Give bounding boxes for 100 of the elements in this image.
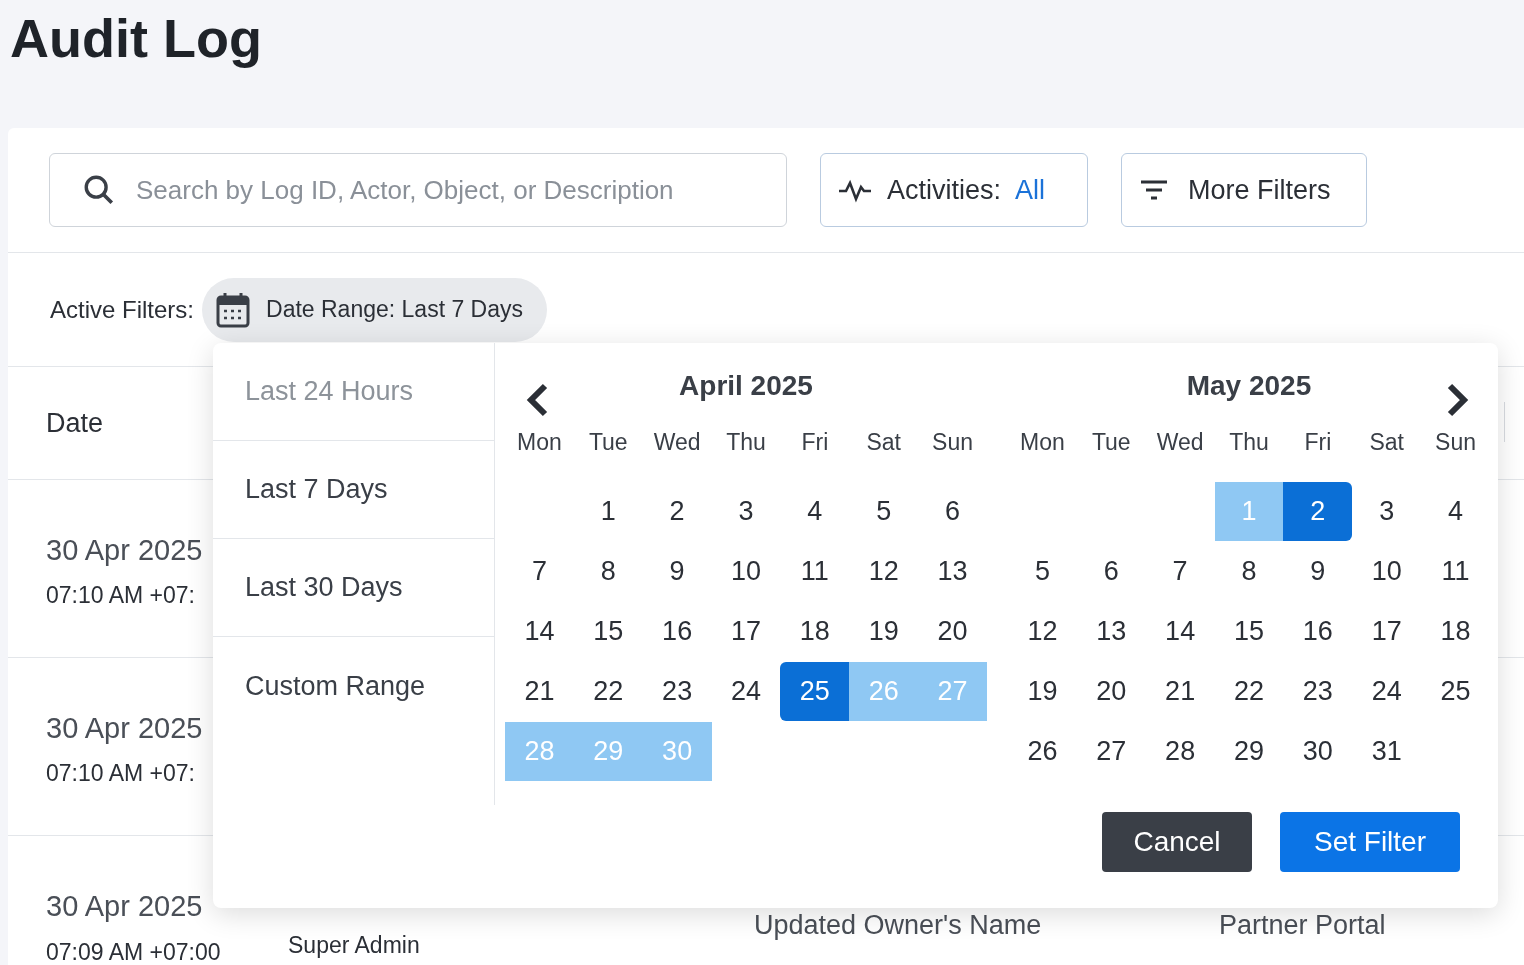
calendar-day[interactable]: 8 — [573, 542, 643, 601]
more-filters-button[interactable]: More Filters — [1121, 153, 1367, 227]
weekday-label: Tue — [1090, 428, 1132, 457]
calendar-icon — [216, 291, 251, 328]
weekday-label: Fri — [1303, 428, 1333, 457]
search-field[interactable]: Search by Log ID, Actor, Object, or Description — [49, 153, 787, 227]
calendar-day[interactable]: 11 — [780, 542, 850, 601]
weekday-label: Fri — [800, 428, 830, 457]
weekday-label: Thu — [725, 428, 767, 457]
calendar-day[interactable]: 31 — [1352, 722, 1422, 781]
chevron-right-icon[interactable] — [1446, 383, 1470, 417]
calendar-day[interactable]: 16 — [642, 602, 712, 661]
calendar-day[interactable]: 30 — [1283, 722, 1353, 781]
cancel-button[interactable]: Cancel — [1102, 812, 1252, 872]
calendar-day[interactable]: 7 — [505, 542, 574, 601]
chevron-left-icon[interactable] — [525, 383, 549, 417]
weekday-label: Sat — [865, 428, 902, 457]
search-icon — [82, 173, 116, 207]
calendar-day[interactable]: 18 — [780, 602, 850, 661]
calendar-day[interactable]: 9 — [1283, 542, 1353, 601]
set-filter-button[interactable]: Set Filter — [1280, 812, 1460, 872]
log-description: Updated Owner's Name — [754, 908, 1042, 942]
search-input[interactable]: Search by Log ID, Actor, Object, or Description — [136, 170, 786, 210]
weekday-label: Wed — [1155, 428, 1205, 457]
column-header: Date — [46, 406, 104, 440]
preset-option[interactable]: Last 30 Days — [213, 539, 494, 637]
weekday-label: Mon — [1019, 428, 1066, 457]
calendar-day[interactable]: 17 — [1352, 602, 1422, 661]
preset-option[interactable]: Custom Range — [213, 637, 494, 735]
calendar-day[interactable]: 24 — [711, 662, 781, 721]
calendar-day[interactable]: 20 — [1076, 662, 1146, 721]
calendar-day[interactable]: 8 — [1214, 542, 1284, 601]
calendar-day[interactable]: 2 — [642, 482, 712, 541]
log-date: 30 Apr 2025 — [46, 710, 203, 746]
calendar-day[interactable]: 17 — [711, 602, 781, 661]
calendar-day[interactable]: 13 — [1076, 602, 1146, 661]
calendar-day[interactable]: 28 — [1145, 722, 1215, 781]
calendar-day[interactable]: 23 — [642, 662, 712, 721]
weekday-label: Mon — [516, 428, 563, 457]
calendar-day[interactable]: 5 — [1008, 542, 1077, 601]
calendar-day[interactable]: 14 — [505, 602, 574, 661]
chip-label: Date Range: Last 7 Days — [266, 295, 523, 325]
calendar-day[interactable]: 16 — [1283, 602, 1353, 661]
calendar-day[interactable]: 20 — [918, 602, 987, 661]
log-date: 30 Apr 2025 — [46, 889, 203, 924]
calendar-day[interactable]: 9 — [642, 542, 712, 601]
calendar-day[interactable]: 4 — [1421, 482, 1490, 541]
filter-icon — [1140, 179, 1168, 201]
actor-role: Super Admin — [288, 930, 420, 960]
calendar-day[interactable]: 7 — [1145, 542, 1215, 601]
calendar-day[interactable]: 21 — [1145, 662, 1215, 721]
calendar-day[interactable]: 14 — [1145, 602, 1215, 661]
weekday-label: Thu — [1228, 428, 1270, 457]
weekday-label: Wed — [652, 428, 702, 457]
log-time: 07:09 AM +07:00 — [46, 937, 221, 965]
calendar-day[interactable]: 10 — [711, 542, 781, 601]
calendar-day[interactable]: 24 — [1352, 662, 1422, 721]
calendar-day[interactable]: 18 — [1421, 602, 1490, 661]
calendar-day[interactable]: 19 — [849, 602, 919, 661]
active-filters-label: Active Filters: — [50, 294, 195, 325]
filter-chip[interactable]: Date Range: Last 7 Days — [202, 277, 547, 342]
calendar-day[interactable]: 11 — [1421, 542, 1490, 601]
weekday-label: Tue — [587, 428, 629, 457]
calendar-day[interactable]: 6 — [918, 482, 987, 541]
weekday-label: Sun — [1434, 428, 1478, 457]
month-title: May 2025 — [1186, 369, 1312, 403]
log-date: 30 Apr 2025 — [46, 532, 203, 568]
log-time: 07:10 AM +07: — [46, 759, 195, 788]
activities-label: Activities: — [887, 173, 1002, 207]
calendar-day[interactable]: 12 — [849, 542, 919, 601]
preset-option[interactable]: Last 7 Days — [213, 441, 494, 539]
calendar-day[interactable]: 23 — [1283, 662, 1353, 721]
calendar-day[interactable]: 15 — [573, 602, 643, 661]
month-title: April 2025 — [679, 369, 813, 403]
calendar-day[interactable]: 3 — [711, 482, 781, 541]
log-time: 07:10 AM +07: — [46, 581, 195, 610]
calendar-day[interactable]: 25 — [780, 662, 850, 721]
calendar-day[interactable]: 3 — [1352, 482, 1422, 541]
page-title: Audit Log — [10, 7, 263, 70]
weekday-label: Sat — [1368, 428, 1405, 457]
calendar-day[interactable]: 2 — [1283, 482, 1353, 541]
calendar-day[interactable]: 1 — [573, 482, 643, 541]
calendar-day[interactable]: 19 — [1008, 662, 1077, 721]
calendar-day[interactable]: 22 — [573, 662, 643, 721]
calendar-day[interactable]: 25 — [1421, 662, 1490, 721]
calendar-day[interactable]: 22 — [1214, 662, 1284, 721]
log-source: Partner Portal — [1219, 908, 1386, 942]
calendar-day[interactable]: 6 — [1076, 542, 1146, 601]
activities-button[interactable]: Activities: All — [820, 153, 1088, 227]
calendar-day[interactable]: 15 — [1214, 602, 1284, 661]
calendar-day[interactable]: 21 — [505, 662, 574, 721]
calendar-day[interactable]: 29 — [1214, 722, 1284, 781]
calendar-day[interactable]: 13 — [918, 542, 987, 601]
calendar-day[interactable]: 4 — [780, 482, 850, 541]
calendar-day[interactable]: 5 — [849, 482, 919, 541]
calendar-day[interactable]: 26 — [1008, 722, 1077, 781]
activities-value: All — [1015, 173, 1046, 207]
calendar-day[interactable]: 10 — [1352, 542, 1422, 601]
calendar-day[interactable]: 27 — [1076, 722, 1146, 781]
calendar-day[interactable]: 12 — [1008, 602, 1077, 661]
